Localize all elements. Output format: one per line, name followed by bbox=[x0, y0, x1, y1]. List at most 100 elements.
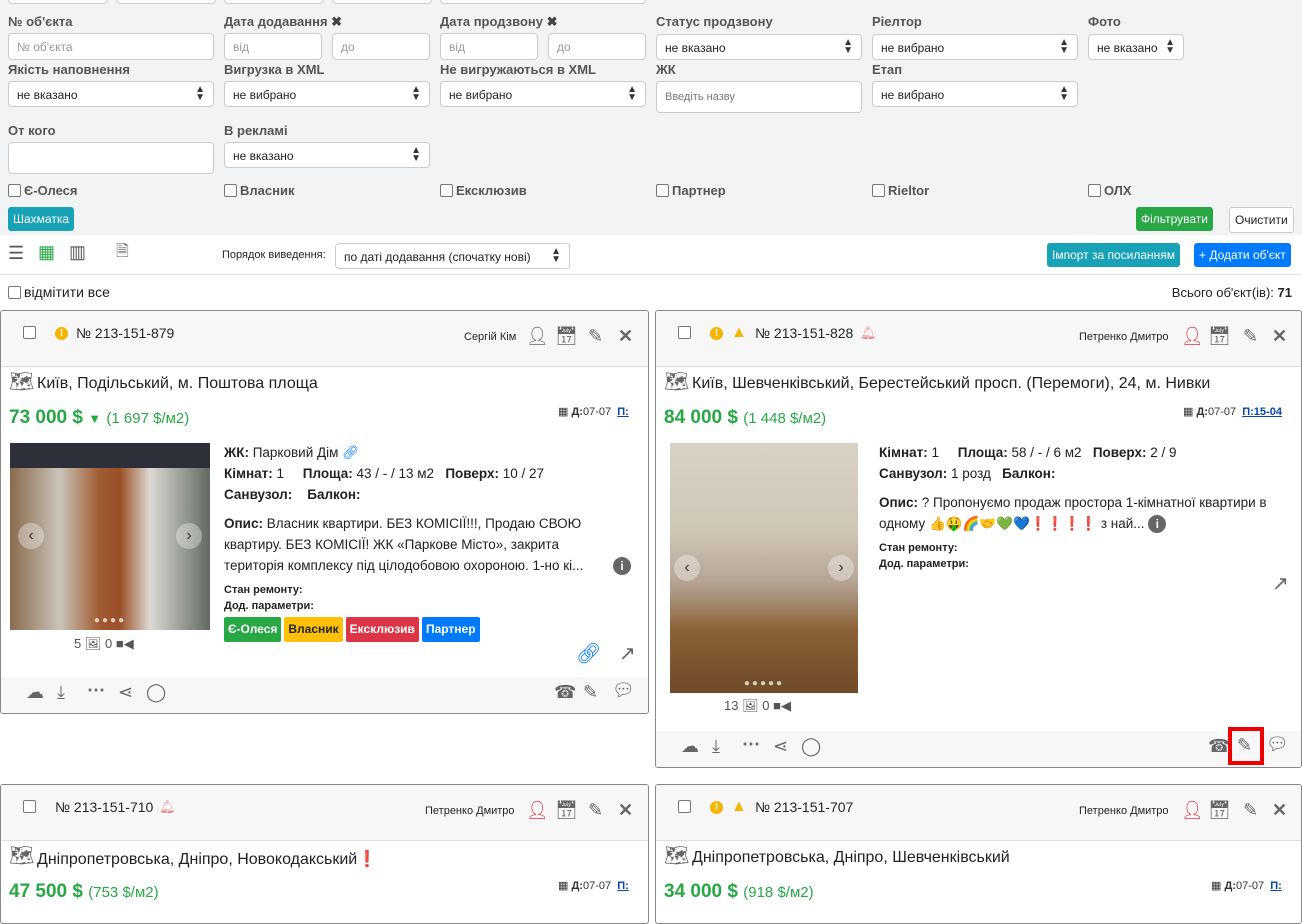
realtor-select[interactable]: не вибрано ▲ ▼ bbox=[872, 34, 1078, 60]
list-view-icon[interactable]: ☰ bbox=[8, 244, 24, 262]
card-checkbox[interactable] bbox=[23, 800, 36, 813]
calendar-check-icon[interactable]: 📅︎ bbox=[1208, 327, 1231, 345]
top-field[interactable] bbox=[440, 0, 646, 4]
photo-select[interactable]: не вказано ▲ ▼ bbox=[1088, 34, 1184, 60]
phone-icon[interactable]: ☎ bbox=[554, 683, 576, 701]
agent-name[interactable]: Петренко Дмитро bbox=[425, 805, 515, 817]
cloud-upload-icon[interactable]: ☁ bbox=[26, 683, 44, 701]
info-icon[interactable]: i bbox=[613, 557, 631, 575]
note-edit-icon[interactable]: ✎ bbox=[583, 683, 598, 701]
next-photo-icon[interactable]: › bbox=[176, 523, 202, 549]
user-icon[interactable]: 👤︎ bbox=[526, 327, 549, 345]
grid-view-icon[interactable]: ▦ bbox=[38, 243, 55, 261]
download-icon[interactable]: ⤓ bbox=[712, 737, 720, 755]
next-photo-icon[interactable]: › bbox=[828, 555, 854, 581]
agent-name[interactable]: Петренко Дмитро bbox=[1079, 331, 1169, 343]
user-icon[interactable]: 👤︎ bbox=[1181, 327, 1204, 345]
top-field[interactable] bbox=[224, 0, 324, 4]
in-ads-select[interactable]: не вказано ▲ ▼ bbox=[224, 142, 430, 168]
download-icon[interactable]: ⤓ bbox=[57, 683, 65, 701]
edit-pencil-icon[interactable]: ✎ bbox=[1243, 801, 1258, 819]
top-field[interactable] bbox=[8, 0, 108, 4]
no-xml-select[interactable]: не вибрано ▲ ▼ bbox=[440, 81, 646, 107]
date-added-from[interactable]: від bbox=[224, 33, 322, 60]
date-call-from[interactable]: від bbox=[440, 33, 538, 60]
agent-name[interactable]: Петренко Дмитро bbox=[1079, 805, 1169, 817]
edit-pencil-icon[interactable]: ✎ bbox=[588, 327, 603, 345]
add-object-button[interactable]: + Додати об'єкт bbox=[1194, 243, 1291, 267]
chart-view-icon[interactable]: ▥ bbox=[69, 243, 86, 261]
object-no-input[interactable]: № об'єкта bbox=[8, 33, 214, 60]
fill-quality-select[interactable]: не вказано ▲ ▼ bbox=[8, 81, 214, 107]
share-icon[interactable]: ⋖ bbox=[118, 683, 133, 701]
checkbox-rieltor[interactable]: Rieltor bbox=[872, 183, 929, 198]
checkbox-olx[interactable]: ОЛХ bbox=[1088, 183, 1132, 198]
photo-dots[interactable]: ●●●● bbox=[10, 615, 210, 626]
checkbox-partner[interactable]: Партнер bbox=[656, 183, 726, 198]
from-whom-input[interactable] bbox=[8, 142, 214, 174]
bell-icon[interactable]: 🔔︎ bbox=[159, 799, 176, 815]
note-edit-icon[interactable]: ✎ bbox=[1228, 727, 1264, 765]
external-link-icon[interactable]: ↗ bbox=[1272, 574, 1289, 594]
calendar-check-icon[interactable]: 📅︎ bbox=[1208, 801, 1231, 819]
user-icon[interactable]: 👤︎ bbox=[1181, 801, 1204, 819]
external-link-icon[interactable]: ↗ bbox=[619, 644, 636, 664]
clear-button[interactable]: Очистити bbox=[1229, 207, 1294, 233]
checkbox-owner[interactable]: Власник bbox=[224, 183, 294, 198]
date-call-to[interactable]: до bbox=[548, 33, 646, 60]
description: ? Пропонуємо продаж простора 1-кімнатної… bbox=[879, 495, 1267, 531]
link-icon[interactable]: 🔗︎ bbox=[576, 644, 601, 664]
date-call-link[interactable]: П: bbox=[617, 406, 629, 418]
bell-icon[interactable]: 🔔︎ bbox=[860, 325, 877, 341]
call-status-select[interactable]: не вказано ▲ ▼ bbox=[656, 34, 862, 60]
description: Власник квартири. БЕЗ КОМІСІЇ!!!, Продаю… bbox=[224, 516, 584, 573]
cloud-upload-icon[interactable]: ☁ bbox=[681, 737, 699, 755]
date-call-link[interactable]: П:15-04 bbox=[1242, 406, 1282, 418]
top-field[interactable] bbox=[332, 0, 432, 4]
comment-icon[interactable]: 💬︎ bbox=[612, 681, 635, 699]
property-photo[interactable]: ‹ › ●●●●● bbox=[670, 443, 858, 693]
xml-export-select[interactable]: не вибрано ▲ ▼ bbox=[224, 81, 430, 107]
card-checkbox[interactable] bbox=[678, 326, 691, 339]
property-photo[interactable]: ‹ › ●●●● bbox=[10, 443, 210, 630]
more-icon[interactable]: ⋯ bbox=[742, 735, 760, 753]
import-button[interactable]: Імпорт за посиланням bbox=[1047, 243, 1181, 267]
excel-export-icon[interactable]: 🗎 bbox=[116, 243, 129, 261]
photo-dots[interactable]: ●●●●● bbox=[670, 678, 858, 689]
agent-name[interactable]: Сергій Кім bbox=[464, 331, 516, 343]
clear-date-call-icon[interactable]: ✖ bbox=[547, 14, 558, 29]
date-call-link[interactable]: П: bbox=[1270, 880, 1282, 892]
refresh-icon[interactable]: ◯ bbox=[801, 737, 821, 755]
link-icon[interactable]: 🔗︎ bbox=[342, 445, 359, 460]
comment-icon[interactable]: 💬︎ bbox=[1266, 735, 1289, 753]
top-field[interactable] bbox=[116, 0, 216, 4]
calendar-check-icon[interactable]: 📅︎ bbox=[555, 327, 578, 345]
edit-pencil-icon[interactable]: ✎ bbox=[1243, 327, 1258, 345]
date-call-link[interactable]: П: bbox=[617, 880, 629, 892]
checkbox-exclusive[interactable]: Ексклюзив bbox=[440, 183, 527, 198]
more-icon[interactable]: ⋯ bbox=[87, 681, 105, 699]
clear-date-added-icon[interactable]: ✖ bbox=[331, 14, 342, 29]
date-added-to[interactable]: до bbox=[332, 33, 430, 60]
user-icon[interactable]: 👤︎ bbox=[526, 801, 549, 819]
delete-icon[interactable]: ✕ bbox=[618, 327, 633, 345]
delete-icon[interactable]: ✕ bbox=[618, 801, 633, 819]
delete-icon[interactable]: ✕ bbox=[1272, 327, 1287, 345]
chess-button[interactable]: Шахматка bbox=[8, 207, 75, 231]
order-select[interactable]: по даті додавання (спочатку нові) ▲ ▼ bbox=[335, 243, 570, 269]
edit-pencil-icon[interactable]: ✎ bbox=[588, 801, 603, 819]
filter-button[interactable]: Фільтрувати bbox=[1136, 207, 1213, 231]
calendar-check-icon[interactable]: 📅︎ bbox=[555, 801, 578, 819]
complex-input[interactable]: Введіть назву bbox=[656, 81, 862, 113]
share-icon[interactable]: ⋖ bbox=[773, 737, 788, 755]
prev-photo-icon[interactable]: ‹ bbox=[18, 523, 44, 549]
card-checkbox[interactable] bbox=[23, 326, 36, 339]
refresh-icon[interactable]: ◯ bbox=[146, 683, 166, 701]
prev-photo-icon[interactable]: ‹ bbox=[674, 555, 700, 581]
checkbox-olesya[interactable]: Є-Олеся bbox=[8, 183, 77, 198]
stage-select[interactable]: не вибрано ▲ ▼ bbox=[872, 81, 1078, 107]
select-all-checkbox[interactable]: відмітити все bbox=[8, 284, 110, 300]
card-checkbox[interactable] bbox=[678, 800, 691, 813]
delete-icon[interactable]: ✕ bbox=[1272, 801, 1287, 819]
info-icon[interactable]: i bbox=[1148, 515, 1167, 533]
